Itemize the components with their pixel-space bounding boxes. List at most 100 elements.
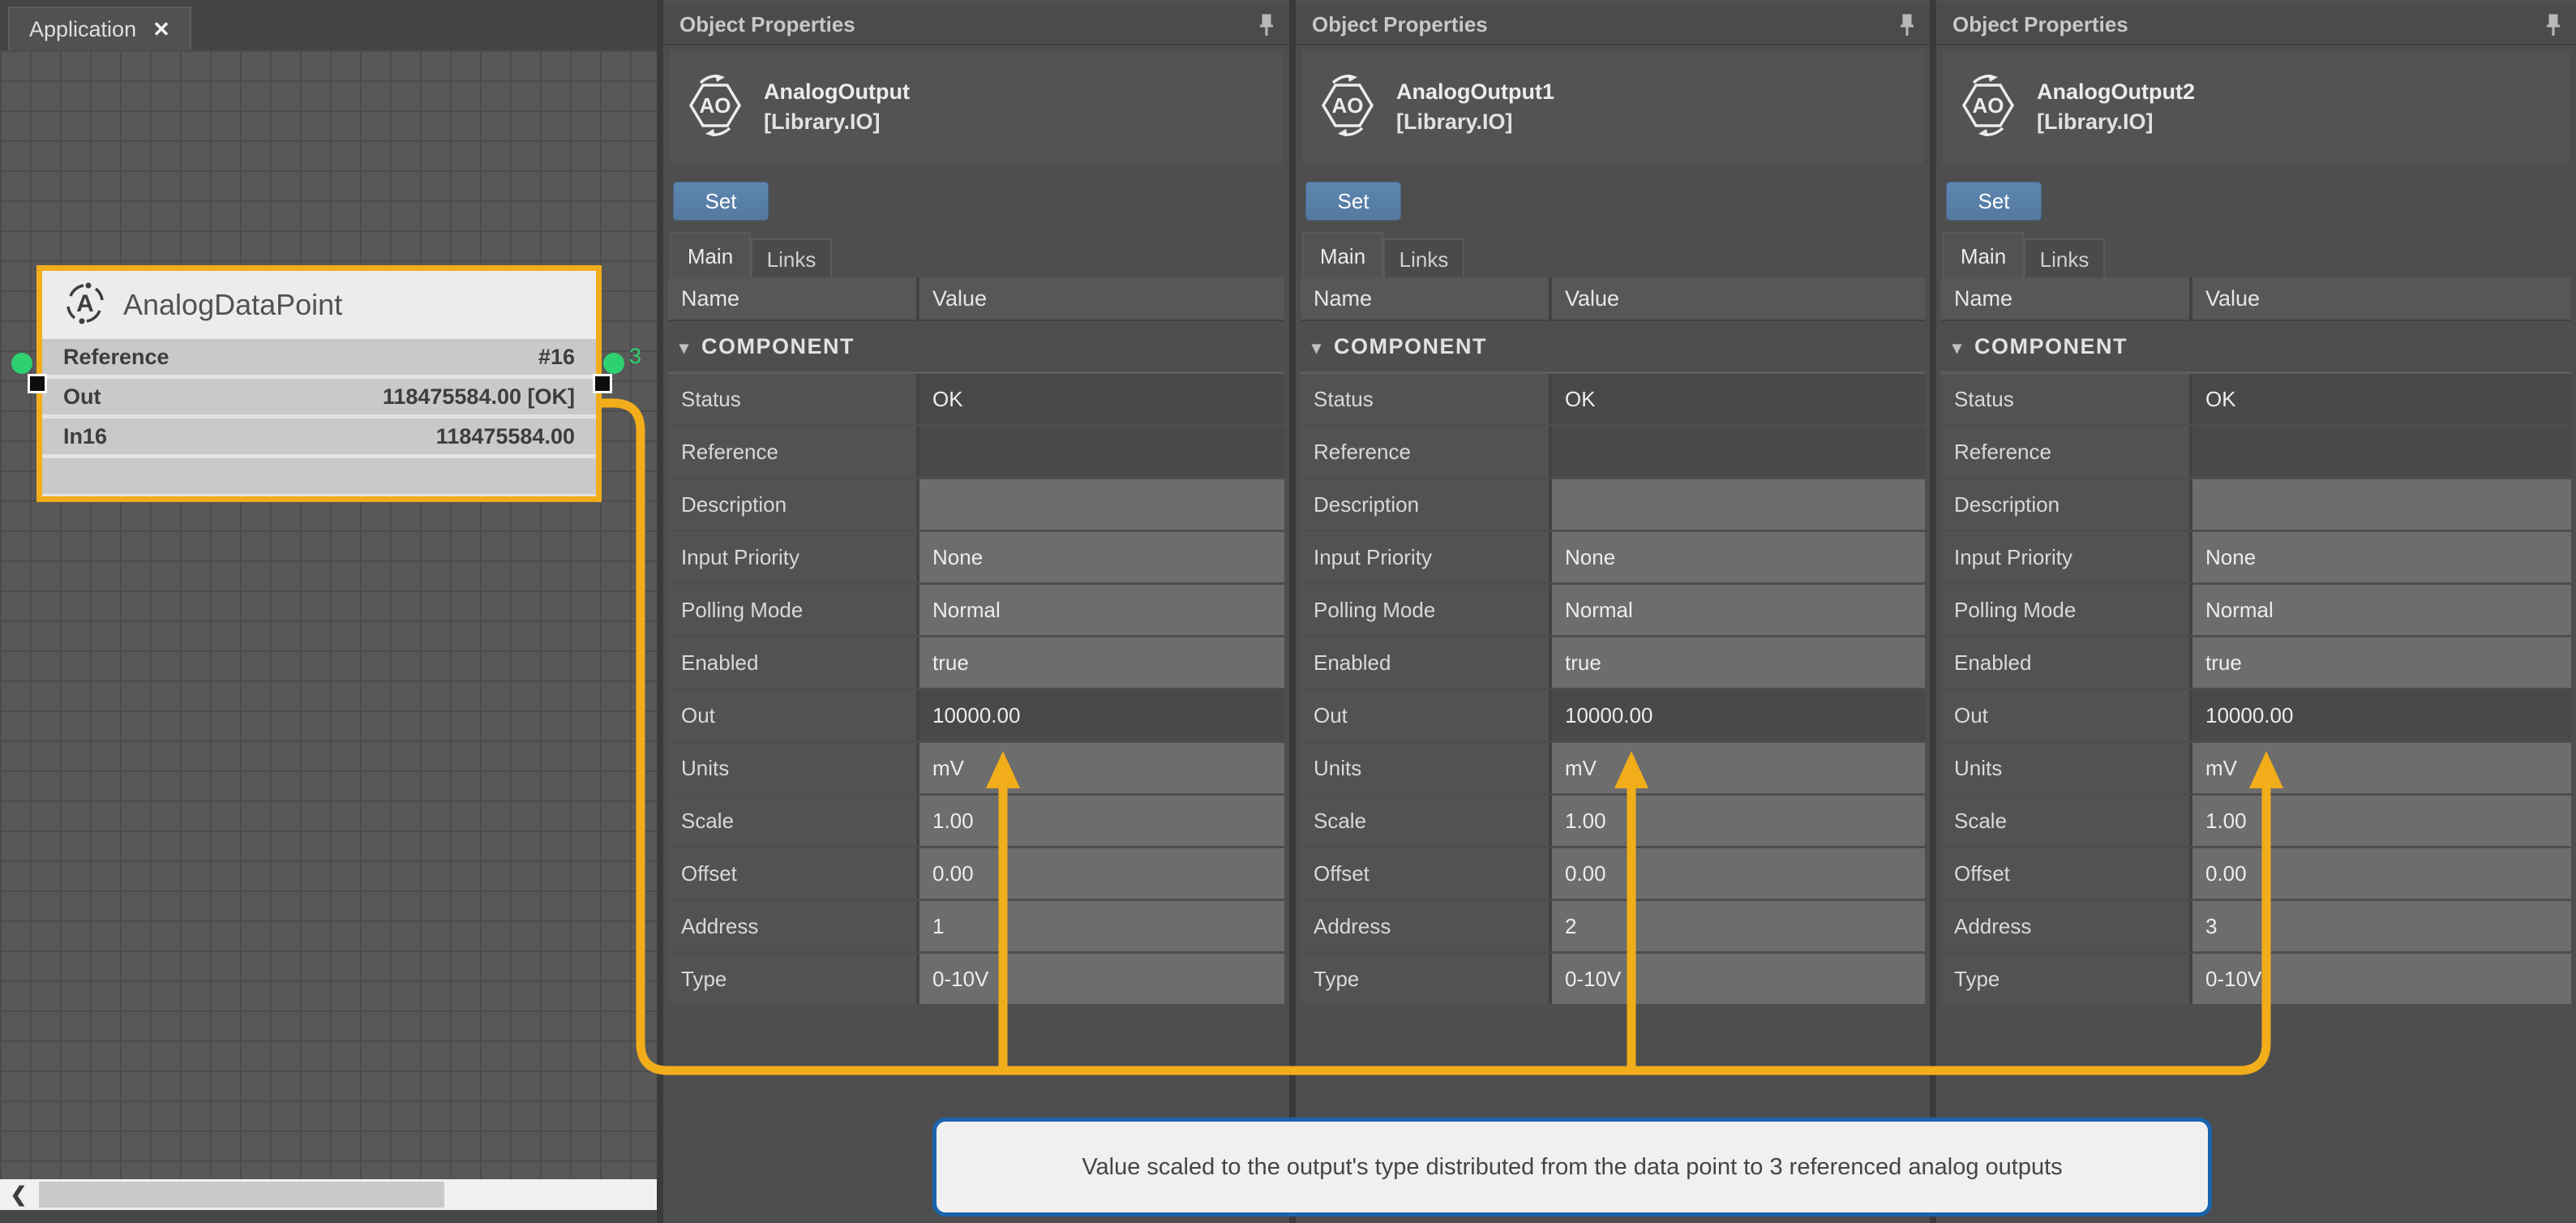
property-value[interactable]: 0.00 <box>919 848 1284 899</box>
pin-icon[interactable] <box>1257 13 1276 41</box>
property-value[interactable] <box>1552 479 1925 530</box>
object-properties-panel-3: Object PropertiesAOAnalogOutput2[Library… <box>1936 0 2576 1223</box>
property-value[interactable]: OK <box>919 374 1284 424</box>
property-value[interactable]: true <box>2192 637 2571 688</box>
pin-icon[interactable] <box>1897 13 1917 41</box>
table-row: Polling ModeNormal <box>1301 585 1925 635</box>
block-row-name: Reference <box>63 345 169 370</box>
tab-application[interactable]: Application ✕ <box>8 6 191 50</box>
wiresheet-canvas[interactable]: Application ✕ A AnalogDataPoint Referenc… <box>0 0 657 1223</box>
property-value[interactable]: 1 <box>919 901 1284 951</box>
block-row[interactable]: Out118475584.00 [OK] <box>42 379 596 414</box>
property-value[interactable]: mV <box>2192 743 2571 793</box>
block-row[interactable]: Reference#16 <box>42 339 596 375</box>
component-section-header[interactable]: ▾COMPONENT <box>1301 321 1925 374</box>
input-port[interactable] <box>11 353 32 374</box>
property-value[interactable]: 1.00 <box>1552 796 1925 846</box>
property-value[interactable]: 0.00 <box>1552 848 1925 899</box>
set-button[interactable]: Set <box>1946 182 2042 221</box>
analog-data-point-block[interactable]: A AnalogDataPoint Reference#16Out1184755… <box>36 265 602 502</box>
property-value[interactable] <box>2192 479 2571 530</box>
svg-text:A: A <box>76 290 94 317</box>
resize-handle-right[interactable] <box>593 374 612 393</box>
section-label: COMPONENT <box>1974 334 2128 358</box>
property-value[interactable]: OK <box>2192 374 2571 424</box>
output-port[interactable] <box>603 353 624 374</box>
object-properties-panel-1: Object PropertiesAOAnalogOutput[Library.… <box>663 0 1289 1223</box>
table-row: Enabledtrue <box>1941 637 2571 688</box>
table-row: Offset0.00 <box>668 848 1284 899</box>
canvas-grid[interactable] <box>0 50 657 1179</box>
property-value[interactable]: 0.00 <box>2192 848 2571 899</box>
property-name: Description <box>1941 479 2192 530</box>
block-row[interactable]: In16118475584.00 <box>42 418 596 454</box>
svg-text:AO: AO <box>1973 93 2004 118</box>
object-names: AnalogOutput[Library.IO] <box>764 77 910 137</box>
property-name: Input Priority <box>668 532 919 582</box>
tab-main[interactable]: Main <box>1943 232 2024 277</box>
object-library: [Library.IO] <box>2037 107 2195 137</box>
resize-handle-left[interactable] <box>28 374 47 393</box>
panel-titlebar: Object Properties <box>1296 5 1930 45</box>
property-value[interactable]: true <box>919 637 1284 688</box>
annotation-note-text: Value scaled to the output's type distri… <box>1082 1154 2062 1181</box>
property-value[interactable]: 10000.00 <box>2192 690 2571 740</box>
tab-main[interactable]: Main <box>670 232 751 277</box>
property-value[interactable]: None <box>2192 532 2571 582</box>
close-icon[interactable]: ✕ <box>152 17 170 42</box>
property-value[interactable]: OK <box>1552 374 1925 424</box>
property-value[interactable]: 3 <box>2192 901 2571 951</box>
component-section-header[interactable]: ▾COMPONENT <box>668 321 1284 374</box>
property-value[interactable]: 2 <box>1552 901 1925 951</box>
property-value[interactable] <box>919 427 1284 477</box>
tab-main[interactable]: Main <box>1302 232 1383 277</box>
property-value[interactable]: 1.00 <box>919 796 1284 846</box>
object-library: [Library.IO] <box>764 107 910 137</box>
property-name: Enabled <box>668 637 919 688</box>
property-table: NameValue▾COMPONENTStatusOKReferenceDesc… <box>1301 277 1925 1006</box>
object-name: AnalogOutput2 <box>2037 77 2195 107</box>
property-name: Reference <box>668 427 919 477</box>
pin-icon[interactable] <box>2544 13 2563 41</box>
set-button[interactable]: Set <box>673 182 769 221</box>
property-name: Address <box>668 901 919 951</box>
property-value[interactable]: 10000.00 <box>919 690 1284 740</box>
column-header-value: Value <box>1552 277 1925 320</box>
property-value[interactable]: Normal <box>2192 585 2571 635</box>
property-value[interactable]: true <box>1552 637 1925 688</box>
property-value[interactable]: mV <box>1552 743 1925 793</box>
property-rows: StatusOKReferenceDescriptionInput Priori… <box>1941 374 2571 1004</box>
property-value[interactable] <box>2192 427 2571 477</box>
horizontal-scrollbar[interactable]: ❮ <box>0 1179 657 1210</box>
property-value[interactable]: Normal <box>919 585 1284 635</box>
property-value[interactable]: 0-10V <box>2192 954 2571 1004</box>
table-row: UnitsmV <box>1941 743 2571 793</box>
property-value[interactable]: 10000.00 <box>1552 690 1925 740</box>
component-section-header[interactable]: ▾COMPONENT <box>1941 321 2571 374</box>
tab-links[interactable]: Links <box>1383 238 1464 277</box>
table-row: Enabledtrue <box>668 637 1284 688</box>
tab-links[interactable]: Links <box>751 238 832 277</box>
block-row-empty <box>42 458 596 494</box>
property-value[interactable]: 0-10V <box>919 954 1284 1004</box>
column-header-name: Name <box>1941 277 2192 320</box>
property-value[interactable]: None <box>1552 532 1925 582</box>
property-table: NameValue▾COMPONENTStatusOKReferenceDesc… <box>1941 277 2571 1006</box>
tab-bar: MainLinks <box>1943 232 2105 277</box>
property-value[interactable]: Normal <box>1552 585 1925 635</box>
property-value[interactable]: 0-10V <box>1552 954 1925 1004</box>
property-value[interactable] <box>1552 427 1925 477</box>
panel-title: Object Properties <box>679 5 855 44</box>
analog-output-icon: AO <box>1957 75 2019 140</box>
scroll-left-button[interactable]: ❮ <box>0 1179 37 1210</box>
property-name: Units <box>668 743 919 793</box>
property-value[interactable]: 1.00 <box>2192 796 2571 846</box>
property-value[interactable]: mV <box>919 743 1284 793</box>
property-value[interactable]: None <box>919 532 1284 582</box>
property-value[interactable] <box>919 479 1284 530</box>
scrollbar-thumb[interactable] <box>39 1182 444 1208</box>
canvas-bottom-edge <box>0 1210 657 1223</box>
table-row: StatusOK <box>1301 374 1925 424</box>
set-button[interactable]: Set <box>1305 182 1401 221</box>
tab-links[interactable]: Links <box>2024 238 2105 277</box>
